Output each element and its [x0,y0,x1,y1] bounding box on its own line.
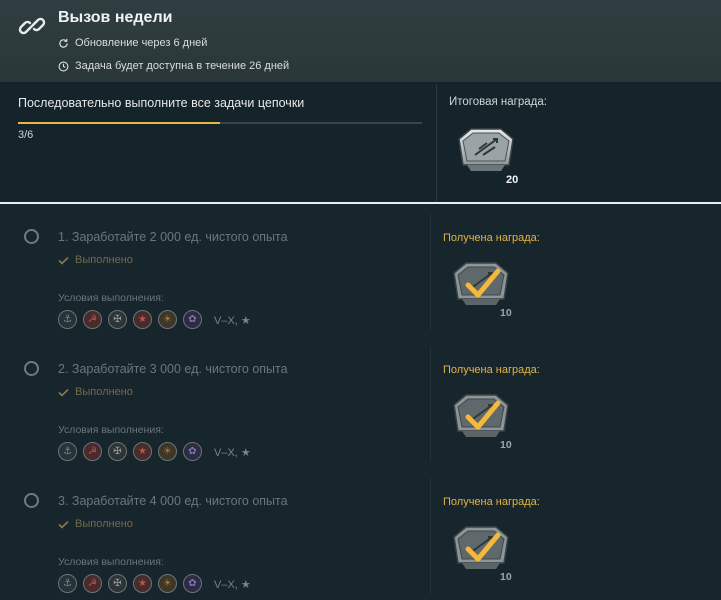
ussr-flag-icon: ☭ [83,442,102,461]
reward-received-label: Получена награда: [443,364,540,376]
chain-progress-fill [18,122,220,124]
reward-quantity: 10 [500,571,512,583]
step-status-text: Выполнено [75,254,133,266]
china-flag-icon: ★ [133,442,152,461]
reward-received-label: Получена награда: [443,496,540,508]
ussr-flag-icon: ☭ [83,574,102,593]
reward-quantity: 10 [500,307,512,319]
usa-flag-icon: ⚓ [58,310,77,329]
reward-received-label: Получена награда: [443,232,540,244]
step-status-circle [24,229,39,244]
refresh-icon [59,38,68,48]
step-title: 3. Заработайте 4 000 ед. чистого опыта [58,494,288,508]
chain-link-icon [18,17,46,35]
step-completed-status: Выполнено [58,518,133,530]
france-flag-icon: ✿ [183,310,202,329]
tier-restriction: V–X, ★ [214,579,251,591]
reward-quantity: 10 [500,439,512,451]
france-flag-icon: ✿ [183,442,202,461]
germany-flag-icon: ✠ [108,310,127,329]
challenge-header: Вызов недели Обновление через 6 дней Зад… [0,0,721,82]
tier-restriction: V–X, ★ [214,315,251,327]
conditions-label: Условия выполнения: [58,556,164,568]
chain-step-2: 2. Заработайте 3 000 ед. чистого опыта В… [0,336,721,468]
clock-icon [58,61,69,71]
step-divider [430,478,431,594]
china-flag-icon: ★ [133,310,152,329]
tier-restriction: V–X, ★ [214,447,251,459]
conditions-label: Условия выполнения: [58,292,164,304]
step-status-circle [24,361,39,376]
final-reward-crate-icon[interactable] [453,125,519,179]
final-reward-quantity: 20 [506,174,519,186]
ussr-flag-icon: ☭ [83,310,102,329]
france-flag-icon: ✿ [183,574,202,593]
chain-step-3: 3. Заработайте 4 000 ед. чистого опыта В… [0,468,721,600]
japan-flag-icon: ☀ [158,574,177,593]
chain-task-text: Последовательно выполните все задачи цеп… [18,96,305,110]
conditions-label: Условия выполнения: [58,424,164,436]
germany-flag-icon: ✠ [108,574,127,593]
step-completed-status: Выполнено [58,386,133,398]
checkmark-icon [58,520,69,529]
japan-flag-icon: ☀ [158,442,177,461]
step-divider [430,214,431,330]
availability-text: Задача будет доступна в течение 26 дней [75,60,290,72]
step-title: 1. Заработайте 2 000 ед. чистого опыта [58,230,288,244]
update-text: Обновление через 6 дней [75,37,208,49]
china-flag-icon: ★ [133,574,152,593]
nation-list: ⚓ ☭ ✠ ★ ☀ ✿ [58,442,202,461]
usa-flag-icon: ⚓ [58,442,77,461]
final-reward-label: Итоговая награда: [449,96,547,108]
chain-progress-bar [18,122,422,124]
chain-summary: Последовательно выполните все задачи цеп… [0,82,721,202]
chain-steps: 1. Заработайте 2 000 ед. чистого опыта В… [0,204,721,600]
nation-list: ⚓ ☭ ✠ ★ ☀ ✿ [58,310,202,329]
step-title: 2. Заработайте 3 000 ед. чистого опыта [58,362,288,376]
germany-flag-icon: ✠ [108,442,127,461]
step-divider [430,346,431,462]
japan-flag-icon: ☀ [158,310,177,329]
chain-step-1: 1. Заработайте 2 000 ед. чистого опыта В… [0,204,721,336]
checkmark-icon [58,388,69,397]
step-status-circle [24,493,39,508]
nation-list: ⚓ ☭ ✠ ★ ☀ ✿ [58,574,202,593]
step-status-text: Выполнено [75,386,133,398]
availability-timer: Задача будет доступна в течение 26 дней [58,60,289,72]
summary-divider [436,84,437,202]
update-timer: Обновление через 6 дней [58,37,207,49]
step-completed-status: Выполнено [58,254,133,266]
chain-progress-count: 3/6 [18,129,34,141]
usa-flag-icon: ⚓ [58,574,77,593]
challenge-title: Вызов недели [58,9,173,26]
checkmark-icon [58,256,69,265]
step-status-text: Выполнено [75,518,133,530]
